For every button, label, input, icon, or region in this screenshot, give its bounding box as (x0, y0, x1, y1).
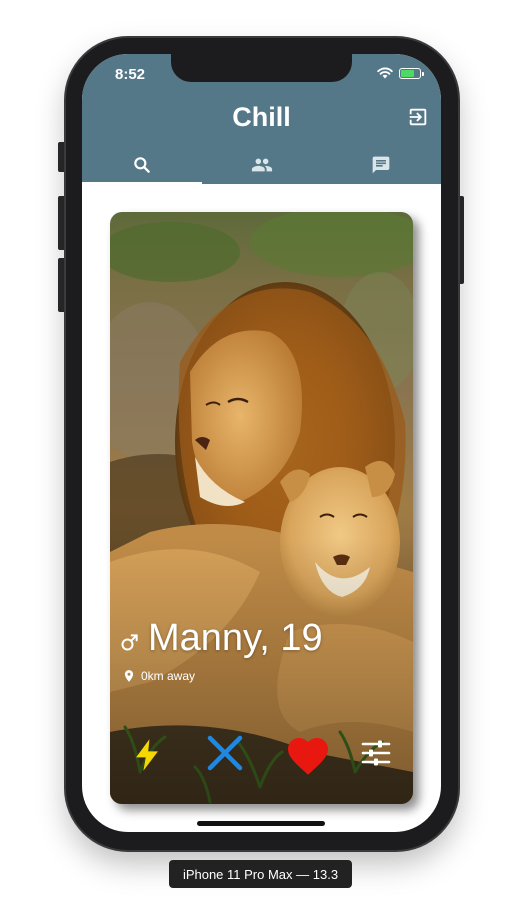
battery-level-fill (401, 69, 414, 77)
home-indicator (197, 821, 325, 826)
simulator-stage: 8:52 Chill Manny, 19 0km away iPhone 11 … (0, 0, 522, 924)
profile-card[interactable]: Manny, 19 0km away (110, 212, 413, 804)
distance-text: 0km away (141, 669, 196, 683)
logout-button[interactable] (407, 106, 429, 128)
volume-down-button (58, 258, 66, 312)
card-actions (110, 730, 413, 780)
volume-up-button (58, 196, 66, 250)
chat-icon (372, 156, 390, 174)
lightning-bolt-icon (136, 739, 158, 771)
tab-discover[interactable] (82, 146, 202, 184)
location-pin-icon (124, 670, 134, 682)
logout-icon (409, 108, 427, 126)
simulator-device-label: iPhone 11 Pro Max — 13.3 (169, 860, 352, 888)
battery-icon (399, 67, 424, 79)
distance-row: 0km away (122, 668, 195, 684)
people-icon (251, 158, 272, 172)
heart-icon (288, 738, 328, 775)
wifi-icon (377, 67, 393, 79)
status-time: 8:52 (115, 66, 146, 83)
notch (171, 54, 352, 82)
profile-name-age: Manny, 19 (148, 617, 323, 659)
search-icon (134, 157, 150, 173)
sliders-icon (361, 740, 391, 766)
tab-chats[interactable] (321, 146, 441, 184)
power-button (458, 196, 464, 284)
close-x-icon (207, 735, 243, 771)
app-title: Chill (232, 102, 291, 132)
filter-button[interactable] (360, 737, 392, 769)
like-button[interactable] (282, 731, 334, 777)
status-icons (377, 67, 424, 79)
profile-photo (110, 212, 413, 804)
male-symbol-icon (120, 632, 140, 652)
boost-button[interactable] (130, 738, 164, 772)
mute-switch (58, 142, 66, 172)
tab-bar (82, 146, 441, 184)
app-bar: 8:52 Chill (82, 54, 441, 184)
tab-matches[interactable] (202, 146, 322, 184)
phone-screen: 8:52 Chill Manny, 19 0km away (82, 54, 441, 832)
nope-button[interactable] (204, 732, 246, 774)
